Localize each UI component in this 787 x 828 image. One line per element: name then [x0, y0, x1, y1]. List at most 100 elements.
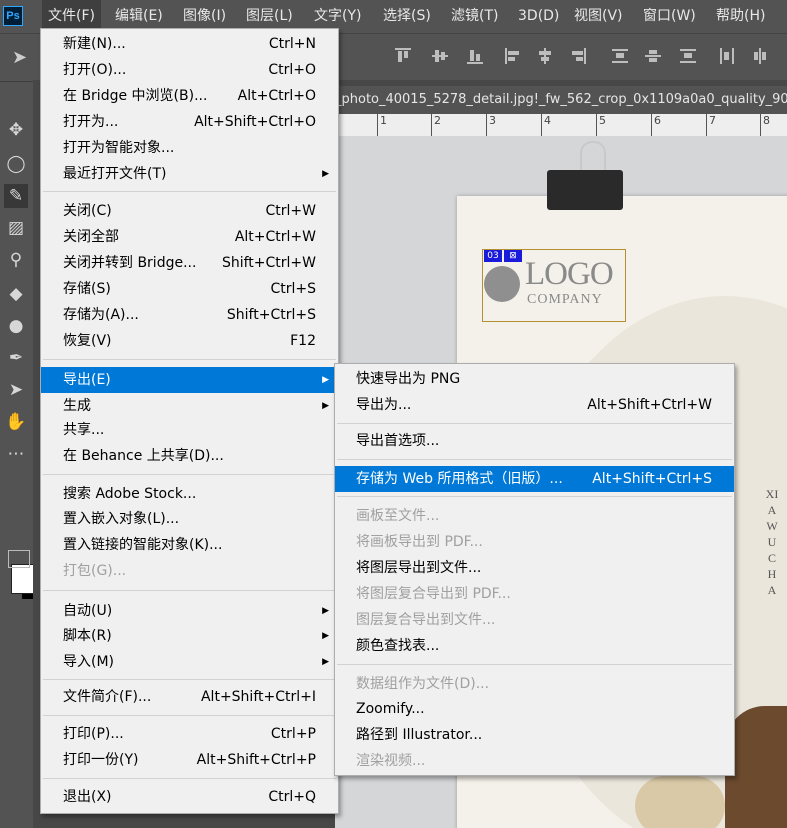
layer-type-tag: ⊠: [504, 250, 522, 262]
menu-item-color-lookup-tables[interactable]: 颜色查找表...: [335, 633, 734, 659]
menu-item-data-sets-as-files: 数据组作为文件(D)...: [356, 676, 490, 692]
ruler-tick: 5: [596, 114, 606, 136]
menu-item-close-all[interactable]: 关闭全部 Alt+Ctrl+W: [41, 224, 338, 250]
ruler-tick: 6: [651, 114, 661, 136]
menu-item-paths-to-illustrator[interactable]: 路径到 Illustrator...: [335, 722, 734, 748]
menu-item-export-as[interactable]: 导出为... Alt+Shift+Ctrl+W: [335, 392, 734, 418]
menu-item-print[interactable]: 打印(P)... Ctrl+P: [41, 721, 338, 747]
lasso-tool-icon[interactable]: ◯: [4, 152, 28, 176]
ruler-tick: 2: [431, 114, 441, 136]
eraser-tool-icon[interactable]: ◆: [4, 282, 28, 306]
menu-item-place-linked[interactable]: 置入链接的智能对象(K)...: [41, 532, 338, 558]
submenu-arrow-icon: ▶: [322, 375, 329, 385]
menu-item-recent-files[interactable]: 最近打开文件(T) ▶: [41, 161, 338, 187]
menu-item-file-info[interactable]: 文件简介(F)... Alt+Shift+Ctrl+I: [41, 684, 338, 710]
menu-item-export-preferences[interactable]: 导出首选项...: [335, 428, 734, 454]
menu-item-place-embedded[interactable]: 置入嵌入对象(L)...: [41, 506, 338, 532]
stamp-tool-icon[interactable]: ⚲: [4, 248, 28, 272]
menu-separator: [43, 715, 336, 716]
photoshop-logo-icon: Ps: [3, 6, 23, 26]
menu-item-artboards-to-files: 画板至文件...: [356, 508, 440, 524]
distribute-top-icon[interactable]: [612, 48, 628, 64]
menu-separator: [43, 778, 336, 779]
move-tool-icon[interactable]: ➤: [12, 46, 36, 70]
path-selection-tool-icon[interactable]: ➤: [4, 378, 28, 402]
distribute-bottom-icon[interactable]: [680, 48, 696, 64]
horizontal-ruler: 1 2 3 4 5 6 7 8: [335, 114, 787, 137]
bread-graphic: [635, 776, 725, 828]
quick-selection-tool-icon[interactable]: ✎: [4, 184, 28, 208]
file-menu-dropdown: 新建(N)... Ctrl+N 打开(O)... Ctrl+O 在 Bridge 中…: [40, 28, 339, 814]
menu-help[interactable]: 帮助(H): [716, 0, 765, 33]
menu-separator: [337, 459, 732, 460]
menu-item-layer-comps-to-pdf: 将图层复合导出到 PDF...: [356, 586, 511, 602]
distribute-left-icon[interactable]: [719, 48, 735, 64]
align-right-icon[interactable]: [570, 48, 586, 64]
menu-item-share[interactable]: 共享...: [41, 417, 338, 443]
menu-item-export[interactable]: 导出(E) ▶: [41, 367, 338, 393]
menu-window[interactable]: 窗口(W): [643, 0, 696, 33]
menu-item-open[interactable]: 打开(O)... Ctrl+O: [41, 57, 338, 83]
menu-item-artboards-to-pdf: 将画板导出到 PDF...: [356, 534, 483, 550]
eraser-healing-tool-icon[interactable]: ▨: [4, 216, 28, 240]
menu-item-layers-to-files[interactable]: 将图层导出到文件...: [335, 555, 734, 581]
distribute-vcenter-icon[interactable]: [645, 48, 661, 64]
menu-select[interactable]: 选择(S): [383, 0, 431, 33]
align-bottom-icon[interactable]: [467, 48, 483, 64]
quick-mask-icon[interactable]: [8, 550, 30, 568]
submenu-arrow-icon: ▶: [322, 606, 329, 616]
menu-item-save-for-web[interactable]: 存储为 Web 所用格式（旧版）... Alt+Shift+Ctrl+S: [335, 466, 734, 492]
align-horizontal-center-icon[interactable]: [537, 48, 553, 64]
menu-item-save-as[interactable]: 存储为(A)... Shift+Ctrl+S: [41, 302, 338, 328]
menu-separator: [337, 423, 732, 424]
align-left-icon[interactable]: [505, 48, 521, 64]
menu-item-share-behance[interactable]: 在 Behance 上共享(D)...: [41, 443, 338, 469]
align-vertical-center-icon[interactable]: [432, 48, 448, 64]
menu-item-browse-bridge[interactable]: 在 Bridge 中浏览(B)... Alt+Ctrl+O: [41, 83, 338, 109]
menu-item-revert[interactable]: 恢复(V) F12: [41, 328, 338, 354]
menu-item-open-as[interactable]: 打开为... Alt+Shift+Ctrl+O: [41, 109, 338, 135]
menu-separator: [337, 496, 732, 497]
menu-separator: [43, 191, 336, 192]
menu-view[interactable]: 视图(V): [574, 0, 623, 33]
menu-item-scripts[interactable]: 脚本(R) ▶: [41, 623, 338, 649]
menu-item-automate[interactable]: 自动(U) ▶: [41, 598, 338, 624]
ruler-tick: 8: [760, 114, 770, 136]
distribute-hcenter-icon[interactable]: [752, 48, 768, 64]
export-submenu: 快速导出为 PNG 导出为... Alt+Shift+Ctrl+W 导出首选项..…: [334, 363, 735, 776]
hand-tool-icon[interactable]: ✋: [4, 410, 28, 434]
ruler-tick: 4: [541, 114, 551, 136]
menu-item-generate[interactable]: 生成 ▶: [41, 393, 338, 419]
menu-item-package: 打包(G)...: [63, 563, 127, 579]
menu-item-import[interactable]: 导入(M) ▶: [41, 649, 338, 675]
submenu-arrow-icon: ▶: [322, 657, 329, 667]
blur-tool-icon[interactable]: ●: [4, 314, 28, 338]
menu-item-print-one-copy[interactable]: 打印一份(Y) Alt+Shift+Ctrl+P: [41, 747, 338, 773]
submenu-arrow-icon: ▶: [322, 401, 329, 411]
ruler-tick: 1: [377, 114, 387, 136]
move-tool-icon[interactable]: ✥: [4, 118, 28, 142]
vertical-brand-text: XIAWUCHA: [765, 487, 779, 597]
menu-3d[interactable]: 3D(D): [518, 0, 559, 33]
menu-item-exit[interactable]: 退出(X) Ctrl+Q: [41, 784, 338, 810]
menu-item-quick-export-png[interactable]: 快速导出为 PNG: [335, 366, 734, 392]
menu-item-close-goto-bridge[interactable]: 关闭并转到 Bridge... Shift+Ctrl+W: [41, 250, 338, 276]
menu-filter[interactable]: 滤镜(T): [451, 0, 498, 33]
binder-clip: [547, 170, 623, 210]
tools-panel: ✥ ◯ ✎ ▨ ⚲ ◆ ● ✒ ➤ ✋ ⋯: [0, 82, 44, 828]
document-tab[interactable]: _photo_40015_5278_detail.jpg!_fw_562_cro…: [335, 86, 787, 114]
ruler-tick: 7: [706, 114, 716, 136]
menu-item-layer-comps-to-files: 图层复合导出到文件...: [356, 612, 496, 628]
menu-item-search-adobe-stock[interactable]: 搜索 Adobe Stock...: [41, 481, 338, 507]
menu-item-close[interactable]: 关闭(C) Ctrl+W: [41, 198, 338, 224]
pen-tool-icon[interactable]: ✒: [4, 346, 28, 370]
ruler-tick: 3: [486, 114, 496, 136]
menu-item-save[interactable]: 存储(S) Ctrl+S: [41, 276, 338, 302]
menu-separator: [43, 590, 336, 591]
menu-item-open-smart-object[interactable]: 打开为智能对象...: [41, 135, 338, 161]
align-top-icon[interactable]: [395, 48, 411, 64]
menu-item-zoomify[interactable]: Zoomify...: [335, 696, 734, 722]
more-tools-icon[interactable]: ⋯: [4, 442, 28, 466]
menu-item-render-video: 渲染视频...: [356, 753, 426, 769]
menu-item-new[interactable]: 新建(N)... Ctrl+N: [41, 31, 338, 57]
